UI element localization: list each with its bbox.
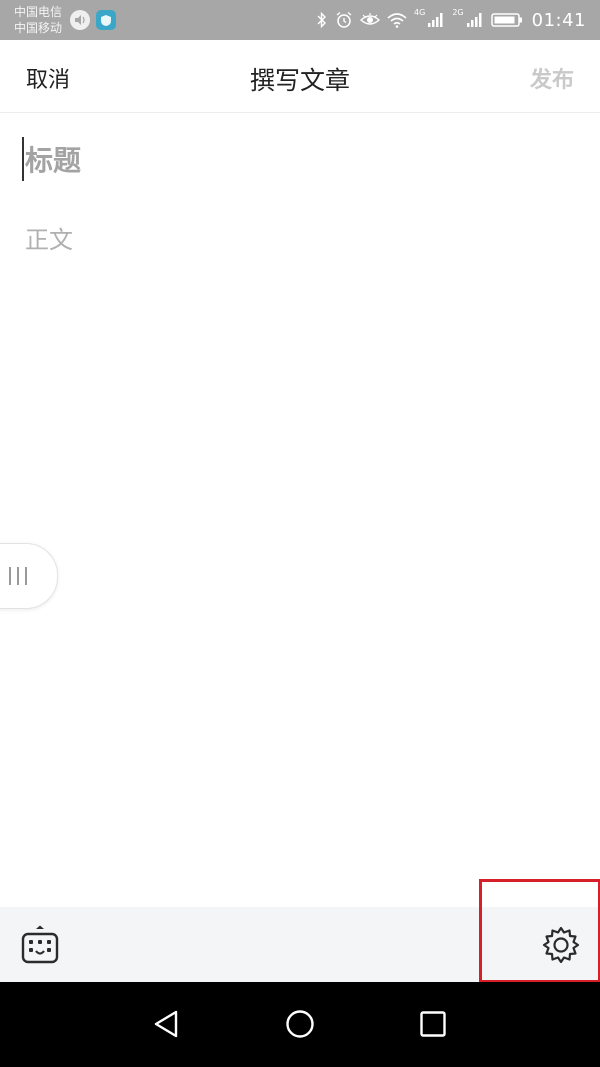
carrier-secondary: 中国移动 xyxy=(14,21,63,35)
status-time: 01:41 xyxy=(531,9,586,31)
body-input[interactable]: 正文 xyxy=(25,220,73,255)
cancel-button[interactable]: 取消 xyxy=(26,62,70,94)
menu-lines-icon xyxy=(9,567,27,585)
side-menu-handle[interactable] xyxy=(0,543,58,609)
title-input[interactable]: 标题 xyxy=(22,136,562,182)
volume-icon xyxy=(70,10,90,30)
nav-back-button[interactable] xyxy=(148,1004,188,1044)
keyboard-icon xyxy=(21,925,59,964)
text-cursor xyxy=(22,137,24,181)
publish-button[interactable]: 发布 xyxy=(530,62,574,94)
carrier-info: 中国电信 中国移动 xyxy=(14,4,62,36)
recent-square-icon xyxy=(420,1011,446,1037)
alarm-icon xyxy=(336,11,352,28)
editor-toolbar xyxy=(0,907,600,982)
header-bar: 取消 撰写文章 发布 xyxy=(0,40,600,113)
wifi-icon xyxy=(387,13,407,28)
settings-button[interactable] xyxy=(541,925,581,969)
screen: 中国电信 中国移动 4G 2G 01:41 取消 撰写文章 发布 标题 正文 xyxy=(0,0,600,1067)
home-circle-icon xyxy=(286,1010,314,1038)
bluetooth-icon xyxy=(317,11,327,29)
status-right-icons: 4G 2G 01:41 xyxy=(316,8,586,32)
network-label-1: 4G xyxy=(414,8,426,17)
network-label-2: 2G xyxy=(452,8,464,17)
signal-icon-2 xyxy=(466,13,482,27)
page-title: 撰写文章 xyxy=(249,66,350,95)
settings-gear-icon xyxy=(542,926,580,964)
shield-icon xyxy=(96,10,116,30)
eye-icon xyxy=(360,13,381,25)
status-left-icons xyxy=(70,10,116,30)
signal-icon xyxy=(428,13,443,27)
system-nav-bar xyxy=(0,982,600,1067)
battery-icon xyxy=(490,13,522,27)
carrier-primary: 中国电信 xyxy=(14,5,63,19)
nav-home-button[interactable] xyxy=(280,1004,320,1044)
nav-recent-button[interactable] xyxy=(413,1004,453,1044)
status-bar: 中国电信 中国移动 4G 2G 01:41 xyxy=(0,0,600,40)
keyboard-button[interactable] xyxy=(20,925,60,969)
back-triangle-icon xyxy=(154,1010,178,1038)
title-placeholder: 标题 xyxy=(25,144,82,177)
